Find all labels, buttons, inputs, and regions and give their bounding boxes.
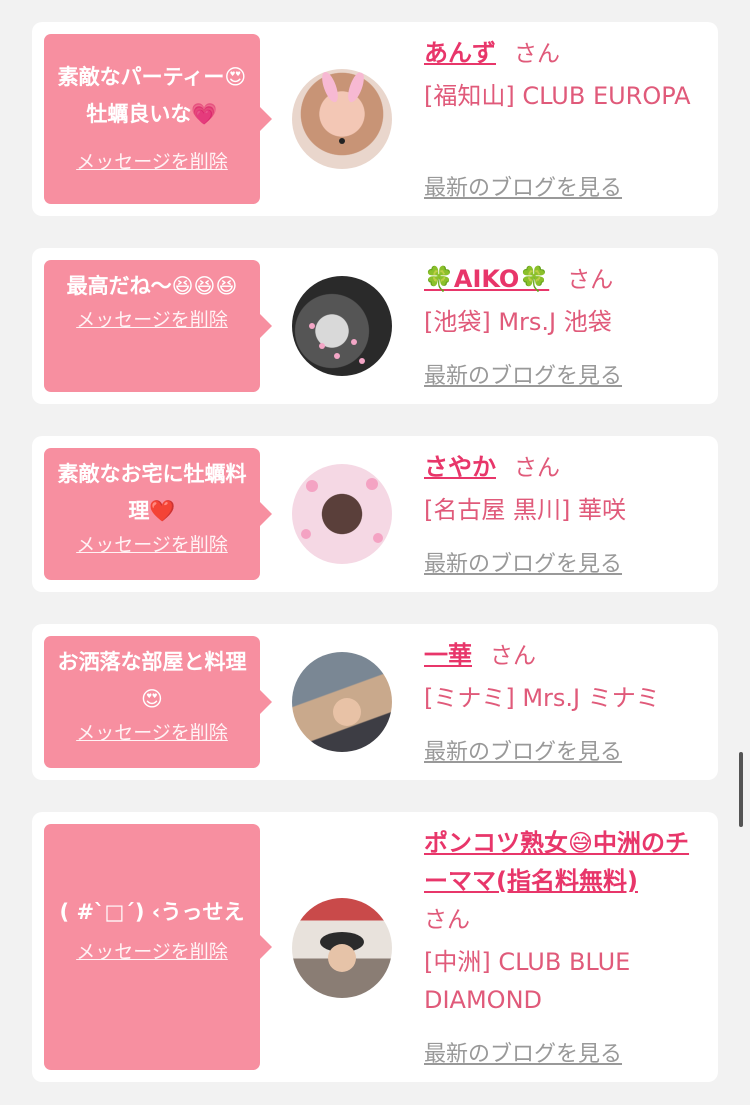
shop-name: [池袋] Mrs.J 池袋: [424, 308, 612, 336]
user-name-link[interactable]: あんず: [424, 39, 496, 67]
avatar[interactable]: [292, 652, 392, 752]
user-name-link[interactable]: 🍀AIKO🍀: [424, 265, 549, 293]
message-card: 素敵なパーティー😍牡蠣良いな💗 メッセージを削除 あんず さん [福知山] CLU…: [32, 22, 718, 216]
avatar[interactable]: [292, 276, 392, 376]
user-info: さやか さん [名古屋 黒川] 華咲 最新のブログを見る: [424, 448, 704, 577]
avatar-image: [301, 478, 383, 543]
blog-link[interactable]: 最新のブログを見る: [424, 1036, 622, 1068]
delete-message-link[interactable]: メッセージを削除: [76, 147, 228, 174]
message-bubble: ( #`□´) ‹うっせえ メッセージを削除: [44, 824, 272, 1070]
message-bubble: 素敵なお宅に牡蠣料理❤️ メッセージを削除: [44, 448, 272, 580]
avatar-image: [322, 71, 364, 144]
avatar-image: [320, 932, 364, 972]
message-card: ( #`□´) ‹うっせえ メッセージを削除 ポンコツ熟女😅中洲のチーママ(指名…: [32, 812, 718, 1082]
message-bubble: 最高だね〜😆😆😆 メッセージを削除: [44, 260, 272, 392]
message-card: お洒落な部屋と料理😍 メッセージを削除 一華 さん [ミナミ] Mrs.J ミナミ…: [32, 624, 718, 780]
blog-link[interactable]: 最新のブログを見る: [424, 546, 622, 578]
shop-name: [ミナミ] Mrs.J ミナミ: [424, 684, 660, 712]
user-info: 一華 さん [ミナミ] Mrs.J ミナミ 最新のブログを見る: [424, 636, 704, 765]
honorific: さん: [490, 643, 536, 669]
honorific: さん: [514, 455, 560, 481]
blog-link[interactable]: 最新のブログを見る: [424, 734, 622, 766]
blog-link[interactable]: 最新のブログを見る: [424, 170, 622, 202]
shop-name: [福知山] CLUB EUROPA: [424, 82, 691, 110]
shop-name: [名古屋 黒川] 華咲: [424, 496, 626, 524]
shop-name: [中洲] CLUB BLUE DIAMOND: [424, 948, 631, 1014]
message-card: 素敵なお宅に牡蠣料理❤️ メッセージを削除 さやか さん [名古屋 黒川] 華咲 …: [32, 436, 718, 592]
user-name-link[interactable]: 一華: [424, 641, 472, 669]
message-list-page: { "cards": [ { "message": "素敵なパーティー😍牡蠣良い…: [0, 0, 750, 1105]
avatar[interactable]: [292, 69, 392, 169]
delete-message-link[interactable]: メッセージを削除: [76, 718, 228, 745]
message-text: お洒落な部屋と料理😍: [57, 650, 247, 711]
message-text: 最高だね〜😆😆😆: [66, 274, 238, 298]
message-text: 素敵なお宅に牡蠣料理❤️: [57, 462, 247, 523]
user-name-link[interactable]: ポンコツ熟女😅中洲のチーママ(指名料無料): [424, 829, 689, 895]
user-info: ポンコツ熟女😅中洲のチーママ(指名料無料) さん [中洲] CLUB BLUE …: [424, 824, 704, 1067]
honorific: さん: [514, 41, 560, 67]
user-name-link[interactable]: さやか: [424, 453, 496, 481]
delete-message-link[interactable]: メッセージを削除: [76, 937, 228, 964]
avatar-image: [333, 698, 361, 726]
honorific: さん: [424, 907, 470, 933]
delete-message-link[interactable]: メッセージを削除: [76, 530, 228, 557]
message-bubble: 素敵なパーティー😍牡蠣良いな💗 メッセージを削除: [44, 34, 272, 204]
message-text: 素敵なパーティー😍牡蠣良いな💗: [57, 65, 247, 126]
blog-link[interactable]: 最新のブログを見る: [424, 358, 622, 390]
scrollbar[interactable]: [739, 752, 743, 827]
honorific: さん: [567, 267, 614, 293]
user-info: 🍀AIKO🍀 さん [池袋] Mrs.J 池袋 最新のブログを見る: [424, 260, 704, 389]
avatar[interactable]: [292, 464, 392, 564]
avatar[interactable]: [292, 898, 392, 998]
message-bubble: お洒落な部屋と料理😍 メッセージを削除: [44, 636, 272, 768]
avatar-image: [309, 323, 365, 364]
message-text: ( #`□´) ‹うっせえ: [59, 900, 245, 924]
user-info: あんず さん [福知山] CLUB EUROPA 最新のブログを見る: [424, 34, 704, 201]
delete-message-link[interactable]: メッセージを削除: [76, 305, 228, 332]
message-card: 最高だね〜😆😆😆 メッセージを削除 🍀AIKO🍀 さん [池袋] Mrs.J 池袋…: [32, 248, 718, 404]
